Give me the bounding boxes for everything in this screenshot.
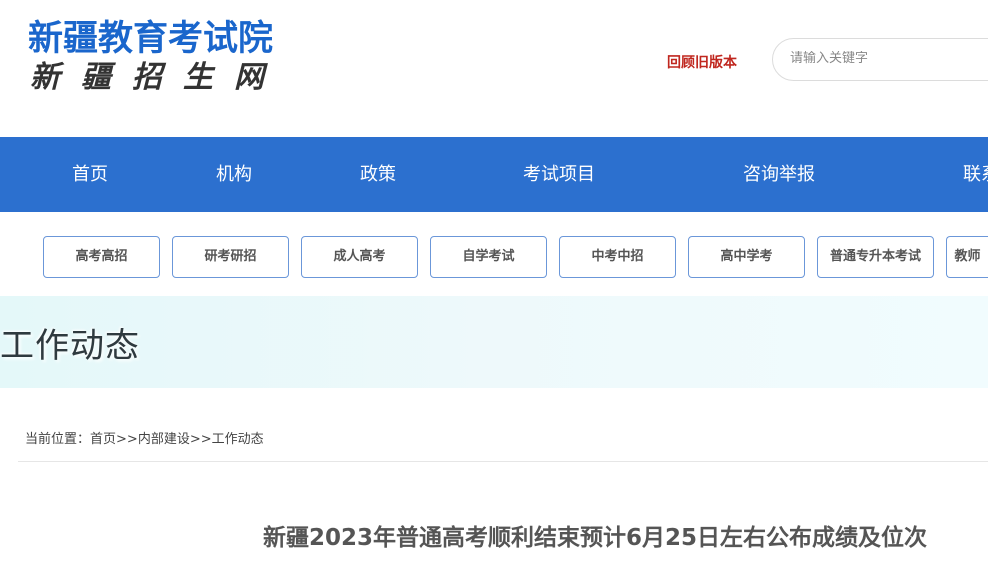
main-nav: 首页 机构 政策 考试项目 咨询举报 联系: [0, 137, 988, 212]
site-header: 新疆教育考试院 新疆招生网 回顾旧版本: [0, 0, 988, 137]
breadcrumb-separator: >>: [116, 432, 138, 447]
logo-main-text: 新疆教育考试院: [28, 19, 274, 59]
category-gaokao[interactable]: 高考高招: [43, 236, 160, 278]
category-zhongkao[interactable]: 中考中招: [559, 236, 676, 278]
breadcrumb-internal[interactable]: 内部建设: [138, 432, 190, 447]
category-bar: 高考高招 研考研招 成人高考 自学考试 中考中招 高中学考 普通专升本考试 教师: [0, 212, 988, 296]
logo-sub-text: 新疆招生网: [30, 60, 285, 95]
breadcrumb-home[interactable]: 首页: [90, 432, 116, 447]
breadcrumb-separator: >>: [189, 432, 212, 447]
category-highschool[interactable]: 高中学考: [688, 236, 805, 278]
category-upgrade[interactable]: 普通专升本考试: [817, 236, 934, 278]
old-version-link[interactable]: 回顾旧版本: [667, 52, 737, 72]
category-graduate[interactable]: 研考研招: [172, 236, 289, 278]
section-banner: 工作动态: [0, 296, 988, 388]
nav-item-consult[interactable]: 咨询举报: [743, 137, 815, 212]
search-input[interactable]: [790, 51, 980, 66]
breadcrumb: 当前位置：首页>>内部建设>>工作动态: [25, 428, 264, 447]
site-logo[interactable]: 新疆教育考试院 新疆招生网: [28, 18, 285, 96]
breadcrumb-divider: [18, 461, 988, 462]
nav-item-contact[interactable]: 联系: [963, 137, 988, 212]
nav-item-policy[interactable]: 政策: [360, 137, 396, 212]
breadcrumb-current[interactable]: 工作动态: [212, 432, 264, 447]
section-title: 工作动态: [0, 326, 140, 366]
category-self-study[interactable]: 自学考试: [430, 236, 547, 278]
article-title: 新疆2023年普通高考顺利结束预计6月25日左右公布成绩及位次: [263, 525, 928, 551]
category-teacher[interactable]: 教师: [946, 236, 988, 278]
category-adult[interactable]: 成人高考: [301, 236, 418, 278]
nav-item-home[interactable]: 首页: [72, 137, 108, 212]
search-box[interactable]: [772, 38, 988, 81]
nav-item-exams[interactable]: 考试项目: [523, 137, 595, 212]
breadcrumb-prefix: 当前位置：: [25, 432, 91, 447]
nav-item-organization[interactable]: 机构: [216, 137, 252, 212]
